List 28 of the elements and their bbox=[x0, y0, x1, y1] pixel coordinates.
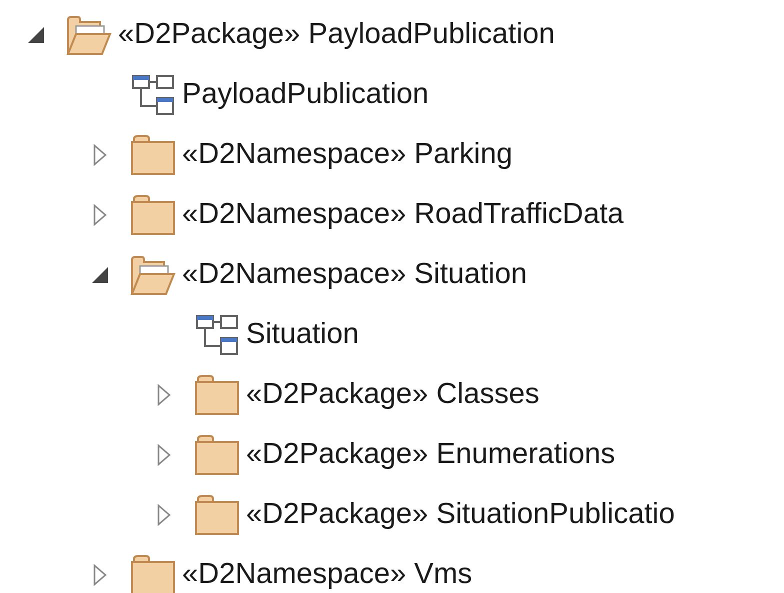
collapsed-arrow-icon[interactable] bbox=[157, 384, 171, 406]
expanded-arrow-icon[interactable] bbox=[91, 266, 109, 284]
package-label[interactable]: «D2Package» Enumerations bbox=[246, 433, 616, 477]
package-label[interactable]: «D2Package» PayloadPublication bbox=[118, 13, 555, 57]
folder-icon bbox=[194, 434, 240, 476]
diagram-label[interactable]: Situation bbox=[246, 313, 359, 357]
package-label[interactable]: «D2Package» SituationPublicatio bbox=[246, 493, 675, 537]
folder-icon bbox=[130, 554, 176, 593]
expanded-arrow-icon[interactable] bbox=[27, 26, 45, 44]
collapsed-arrow-icon[interactable] bbox=[157, 444, 171, 466]
diagram-label[interactable]: PayloadPublication bbox=[182, 73, 429, 117]
folder-icon bbox=[194, 494, 240, 536]
folder-icon bbox=[194, 374, 240, 416]
package-label[interactable]: «D2Namespace» Situation bbox=[182, 253, 527, 297]
package-label[interactable]: «D2Namespace» Vms bbox=[182, 553, 472, 593]
collapsed-arrow-icon[interactable] bbox=[93, 564, 107, 586]
folder-icon bbox=[130, 194, 176, 236]
open-folder-icon bbox=[66, 14, 112, 56]
collapsed-arrow-icon[interactable] bbox=[93, 204, 107, 226]
folder-icon bbox=[130, 134, 176, 176]
package-label[interactable]: «D2Namespace» Parking bbox=[182, 133, 512, 177]
package-label[interactable]: «D2Package» Classes bbox=[246, 373, 540, 417]
collapsed-arrow-icon[interactable] bbox=[93, 144, 107, 166]
diagram-icon bbox=[195, 314, 239, 356]
collapsed-arrow-icon[interactable] bbox=[157, 504, 171, 526]
diagram-icon bbox=[131, 74, 175, 116]
open-folder-icon bbox=[130, 254, 176, 296]
package-label[interactable]: «D2Namespace» RoadTrafficData bbox=[182, 193, 624, 237]
